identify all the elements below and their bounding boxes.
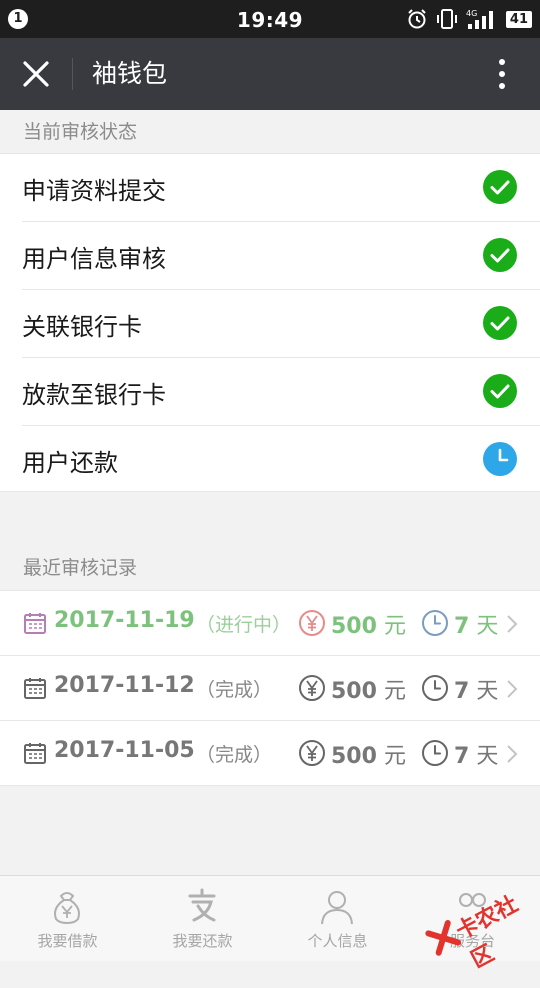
calendar-icon xyxy=(24,678,46,699)
money-bag-icon xyxy=(54,892,80,925)
tab-repay[interactable]: 我要还款 xyxy=(135,876,270,961)
record-row[interactable]: 2017-11-12 （完成） 500 元 7 天 xyxy=(0,656,540,721)
tab-label: 个人信息 xyxy=(307,932,368,950)
status-step-label: 放款至银行卡 xyxy=(22,381,166,409)
audit-status-title: 当前审核状态 xyxy=(23,121,138,143)
record-date: 2017-11-12 xyxy=(54,673,195,698)
record-amount: 500 元 xyxy=(331,608,406,640)
status-step: 用户还款 xyxy=(0,426,540,493)
title-bar: 袖钱包 xyxy=(0,38,540,110)
record-days: 7 天 xyxy=(454,738,498,770)
network-label: 4G xyxy=(466,9,477,18)
check-circle-icon xyxy=(483,170,517,204)
audit-status-list: 申请资料提交 用户信息审核 关联银行卡 放款至银行卡 用户还款 xyxy=(0,153,540,492)
record-days-unit: 天 xyxy=(476,614,499,639)
title-divider xyxy=(72,58,73,90)
close-icon xyxy=(23,61,49,87)
status-bar: 1 19:49 4G 41 xyxy=(0,0,540,38)
record-status: （完成） xyxy=(196,679,273,701)
page-title: 袖钱包 xyxy=(92,59,168,88)
record-days: 7 天 xyxy=(454,608,498,640)
status-icons: 4G 41 xyxy=(406,7,532,31)
record-days-value: 7 xyxy=(454,679,470,704)
records-list: 2017-11-19 （进行中） 500 元 7 天 2017-11-12 （完… xyxy=(0,590,540,786)
record-days-unit: 天 xyxy=(476,744,499,769)
close-button[interactable] xyxy=(14,52,58,96)
record-date: 2017-11-05 xyxy=(54,738,195,763)
status-step-label: 用户信息审核 xyxy=(22,245,166,273)
status-step: 用户信息审核 xyxy=(22,222,540,290)
record-status: （完成） xyxy=(196,744,273,766)
record-amount-value: 500 xyxy=(331,744,377,769)
yen-icon xyxy=(299,610,325,636)
calendar-icon xyxy=(24,613,46,634)
tab-label: 我要还款 xyxy=(172,932,233,950)
status-step: 关联银行卡 xyxy=(22,290,540,358)
status-step-label: 关联银行卡 xyxy=(22,313,142,341)
record-days-value: 7 xyxy=(454,614,470,639)
chevron-right-icon xyxy=(507,680,518,698)
record-amount-unit: 元 xyxy=(383,679,406,704)
yen-icon xyxy=(299,740,325,766)
tab-label: 我要借款 xyxy=(37,932,98,950)
alarm-icon xyxy=(408,9,426,29)
chevron-right-icon xyxy=(507,745,518,763)
record-status: （进行中） xyxy=(196,614,292,636)
signal-icon: 4G xyxy=(466,9,493,29)
record-amount-value: 500 xyxy=(331,614,377,639)
check-circle-icon xyxy=(483,374,517,408)
yen-icon xyxy=(299,675,325,701)
records-title: 最近审核记录 xyxy=(23,557,138,579)
clock-pending-icon xyxy=(483,442,517,476)
clock-icon xyxy=(422,610,448,636)
record-row[interactable]: 2017-11-05 （完成） 500 元 7 天 xyxy=(0,721,540,785)
clock-icon xyxy=(422,740,448,766)
clock-icon xyxy=(422,675,448,701)
battery-level: 41 xyxy=(505,10,532,28)
chevron-right-icon xyxy=(507,615,518,633)
check-circle-icon xyxy=(483,238,517,272)
record-row[interactable]: 2017-11-19 （进行中） 500 元 7 天 xyxy=(0,591,540,656)
status-step: 放款至银行卡 xyxy=(22,358,540,426)
record-amount-value: 500 xyxy=(331,679,377,704)
status-step-label: 用户还款 xyxy=(22,449,118,477)
more-button[interactable] xyxy=(480,52,524,96)
record-date: 2017-11-19 xyxy=(54,608,195,633)
check-circle-icon xyxy=(483,306,517,340)
record-amount: 500 元 xyxy=(331,738,406,770)
alipay-icon xyxy=(188,888,216,922)
record-days: 7 天 xyxy=(454,673,498,705)
calendar-icon xyxy=(24,743,46,764)
record-amount: 500 元 xyxy=(331,673,406,705)
tab-borrow[interactable]: 我要借款 xyxy=(0,876,135,961)
record-days-unit: 天 xyxy=(476,679,499,704)
record-amount-unit: 元 xyxy=(383,744,406,769)
tab-profile[interactable]: 个人信息 xyxy=(270,876,405,961)
vibrate-icon xyxy=(436,9,457,29)
more-vertical-icon xyxy=(499,59,505,89)
person-icon xyxy=(321,891,353,925)
record-days-value: 7 xyxy=(454,744,470,769)
status-step-label: 申请资料提交 xyxy=(22,177,166,205)
status-step: 申请资料提交 xyxy=(22,154,540,222)
record-amount-unit: 元 xyxy=(383,614,406,639)
